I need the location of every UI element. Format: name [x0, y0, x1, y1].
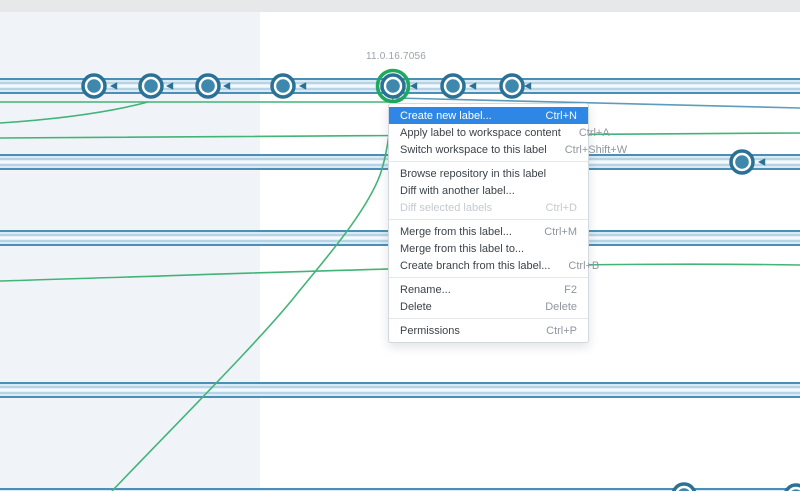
menu-item-label: Delete: [400, 300, 432, 313]
menu-item-create-new-label[interactable]: Create new label... Ctrl+N: [389, 107, 588, 124]
menu-item-permissions[interactable]: Permissions Ctrl+P: [389, 322, 588, 339]
branch-explorer-window: 11.0.16.7056 Create new label... Ctrl+N Ap…: [0, 0, 800, 491]
changeset-node[interactable]: [729, 149, 755, 175]
menu-item-shortcut: F2: [564, 283, 577, 296]
menu-item-shortcut: Ctrl+N: [545, 109, 577, 122]
menu-separator: [389, 277, 588, 278]
changeset-node[interactable]: [81, 73, 107, 99]
labeled-changeset-node[interactable]: [375, 68, 411, 104]
merge-link-green: [0, 101, 149, 124]
changeset-node[interactable]: [671, 482, 697, 491]
menu-item-shortcut: Ctrl+M: [544, 225, 577, 238]
menu-item-shortcut: Ctrl+P: [546, 324, 577, 337]
menu-item-label: Diff with another label...: [400, 184, 515, 197]
menu-item-rename[interactable]: Rename... F2: [389, 281, 588, 298]
label-caption: 11.0.16.7056: [365, 51, 427, 62]
changeset-node[interactable]: [440, 73, 466, 99]
menu-item-label: Create branch from this label...: [400, 259, 551, 272]
changeset-node[interactable]: [195, 73, 221, 99]
changeset-node[interactable]: [784, 483, 800, 491]
changeset-node[interactable]: [138, 73, 164, 99]
menu-item-label: Create new label...: [400, 109, 492, 122]
branch-track: [0, 382, 800, 398]
context-menu: Create new label... Ctrl+N Apply label to …: [388, 103, 627, 343]
menu-item-shortcut: Ctrl+Shift+W: [564, 143, 628, 156]
menu-separator: [389, 161, 588, 162]
menu-item-switch-workspace-to-this-label[interactable]: Switch workspace to this label Ctrl+Shift…: [389, 141, 627, 158]
menu-item-label: Apply label to workspace content: [400, 126, 561, 139]
menu-item-merge-from-this-label[interactable]: Merge from this label... Ctrl+M: [389, 223, 588, 240]
menu-item-delete[interactable]: Delete Delete: [389, 298, 588, 315]
menu-item-label: Diff selected labels: [400, 201, 493, 214]
menu-item-create-branch-from-this-label[interactable]: Create branch from this label... Ctrl+B: [389, 257, 599, 274]
menu-item-diff-with-another-label[interactable]: Diff with another label...: [389, 182, 588, 199]
changeset-node[interactable]: [270, 73, 296, 99]
menu-item-label: Switch workspace to this label: [400, 143, 547, 156]
menu-item-browse-repository-in-this-label[interactable]: Browse repository in this label: [389, 165, 588, 182]
menu-item-label: Permissions: [400, 324, 460, 337]
menu-item-shortcut: Ctrl+A: [578, 126, 610, 139]
menu-item-shortcut: Ctrl+D: [545, 201, 577, 214]
menu-separator: [389, 219, 588, 220]
menu-item-label: Merge from this label to...: [400, 242, 525, 255]
menu-item-shortcut: Ctrl+B: [568, 259, 600, 272]
menu-separator: [389, 318, 588, 319]
changeset-node[interactable]: [499, 73, 525, 99]
menu-item-diff-selected-labels: Diff selected labels Ctrl+D: [389, 199, 588, 216]
menu-item-apply-label-to-workspace-content[interactable]: Apply label to workspace content Ctrl+A: [389, 124, 610, 141]
menu-item-label: Browse repository in this label: [400, 167, 547, 180]
menu-item-shortcut: Delete: [545, 300, 577, 313]
menu-item-label: Rename...: [400, 283, 451, 296]
menu-item-label: Merge from this label...: [400, 225, 512, 238]
menu-item-merge-from-this-label-to[interactable]: Merge from this label to...: [389, 240, 588, 257]
